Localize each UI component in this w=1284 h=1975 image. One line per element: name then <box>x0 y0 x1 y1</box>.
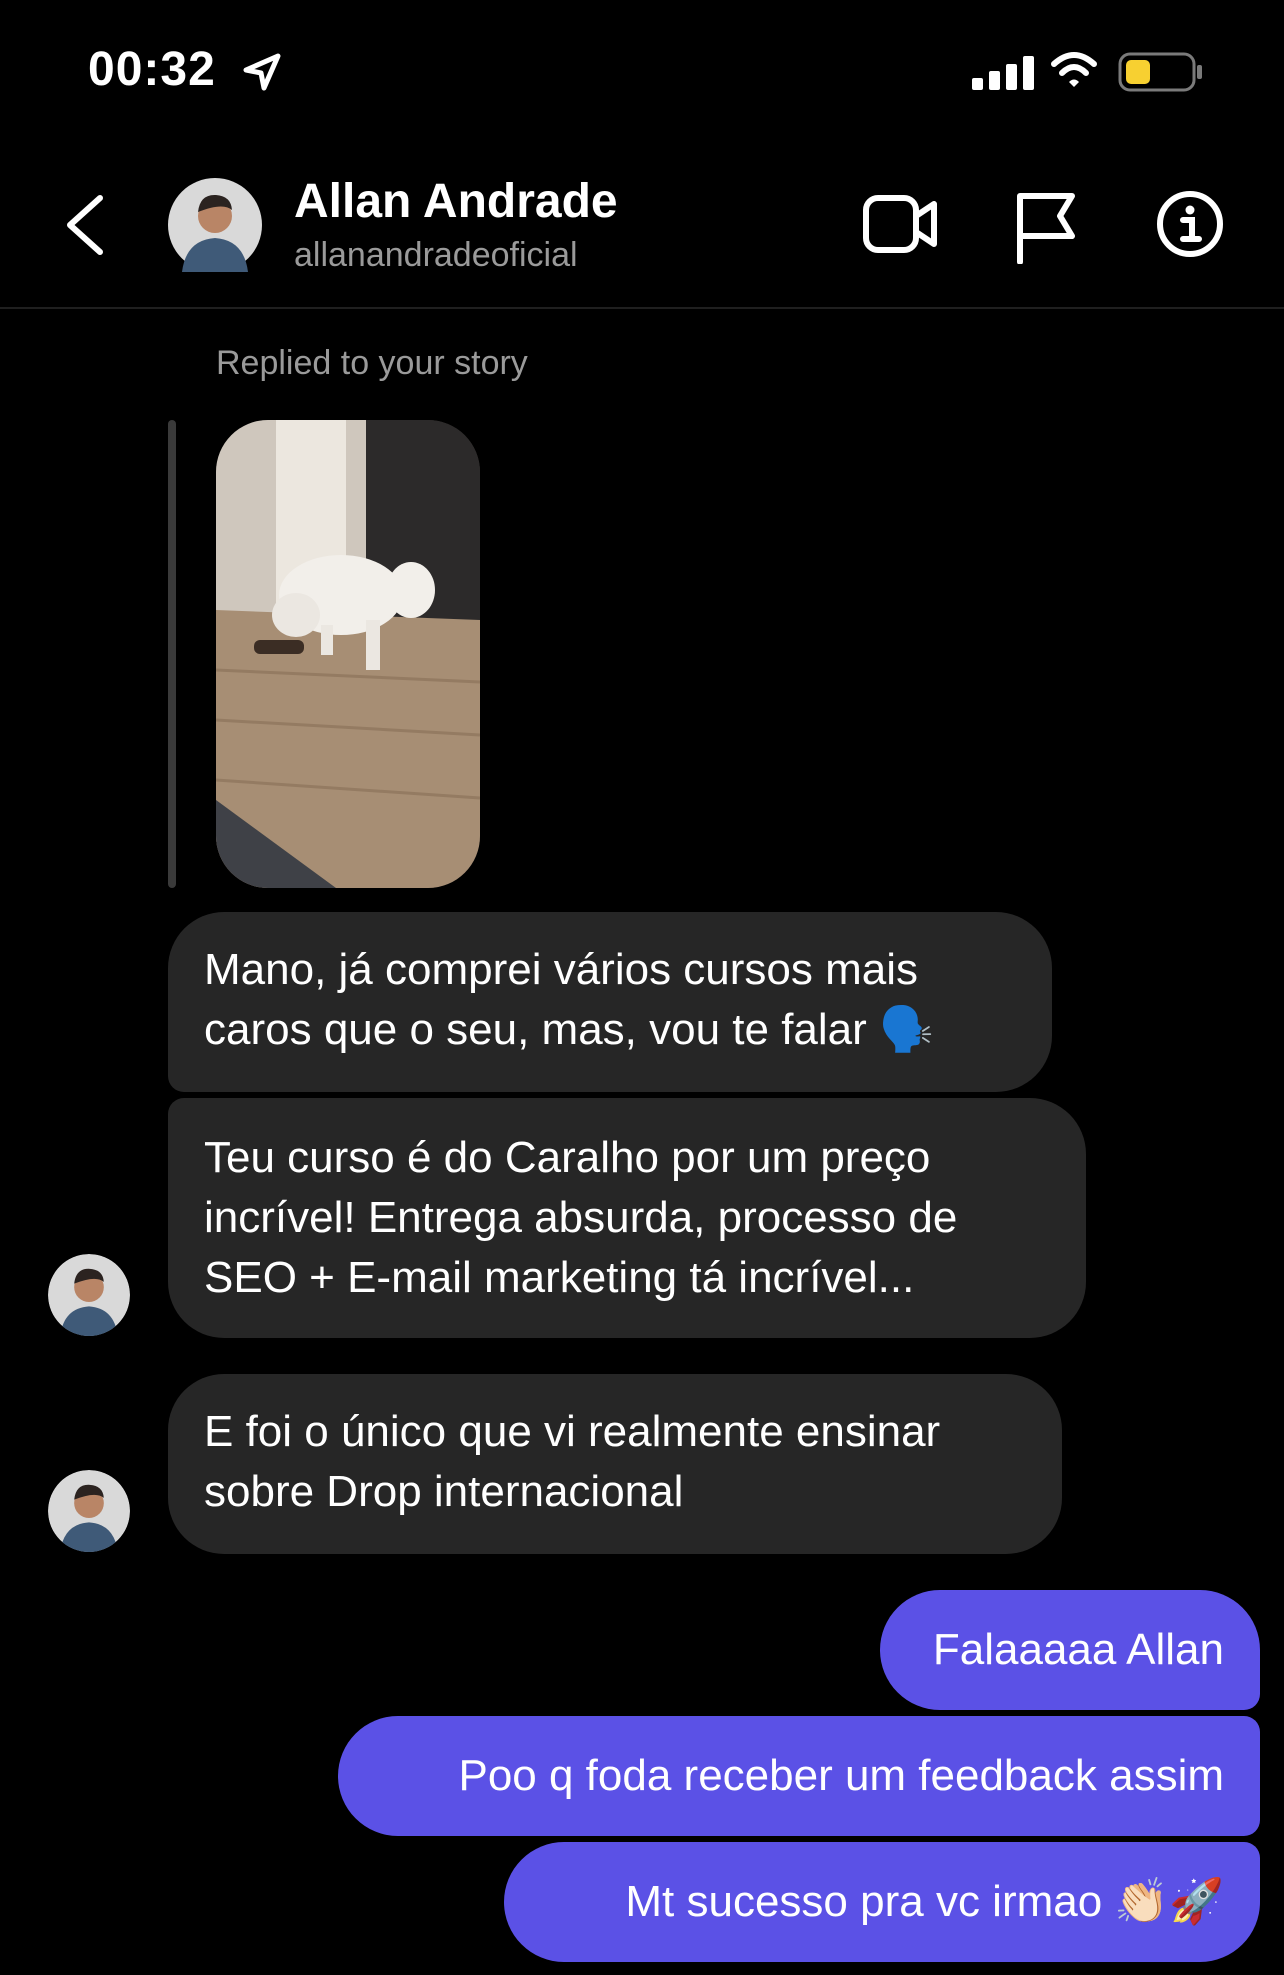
incoming-message[interactable]: Teu curso é do Caralho por um preço incr… <box>168 1098 1086 1338</box>
story-thumbnail[interactable] <box>216 420 480 888</box>
status-time: 00:32 <box>88 43 216 96</box>
avatar-photo <box>48 1254 130 1336</box>
flag-icon[interactable] <box>1014 190 1078 264</box>
avatar-photo <box>168 178 262 272</box>
reply-quote-bar <box>168 420 176 888</box>
video-call-icon[interactable] <box>862 190 938 258</box>
incoming-message[interactable]: E foi o único que vi realmente ensinar s… <box>168 1374 1062 1554</box>
contact-avatar[interactable] <box>168 178 262 272</box>
avatar-photo <box>48 1470 130 1552</box>
contact-handle[interactable]: allanandradeoficial <box>294 236 578 275</box>
outgoing-message[interactable]: Mt sucesso pra vc irmao 👏🏻🚀 <box>504 1842 1260 1962</box>
wifi-icon <box>1051 52 1097 87</box>
info-icon[interactable] <box>1156 190 1224 258</box>
battery-icon <box>1118 52 1202 92</box>
contact-avatar-small[interactable] <box>48 1254 130 1336</box>
back-chevron-icon[interactable] <box>62 192 108 258</box>
contact-avatar-small[interactable] <box>48 1470 130 1552</box>
header-divider <box>0 307 1284 309</box>
outgoing-message[interactable]: Falaaaaa Allan <box>880 1590 1260 1710</box>
location-arrow-icon <box>243 53 281 91</box>
outgoing-message[interactable]: Poo q foda receber um feedback assim <box>338 1716 1260 1836</box>
incoming-message[interactable]: Mano, já comprei vários cursos mais caro… <box>168 912 1052 1092</box>
cellular-signal-icon <box>972 56 1034 90</box>
story-image <box>216 420 480 888</box>
story-reply-label: Replied to your story <box>216 344 528 382</box>
contact-name[interactable]: Allan Andrade <box>294 174 618 229</box>
